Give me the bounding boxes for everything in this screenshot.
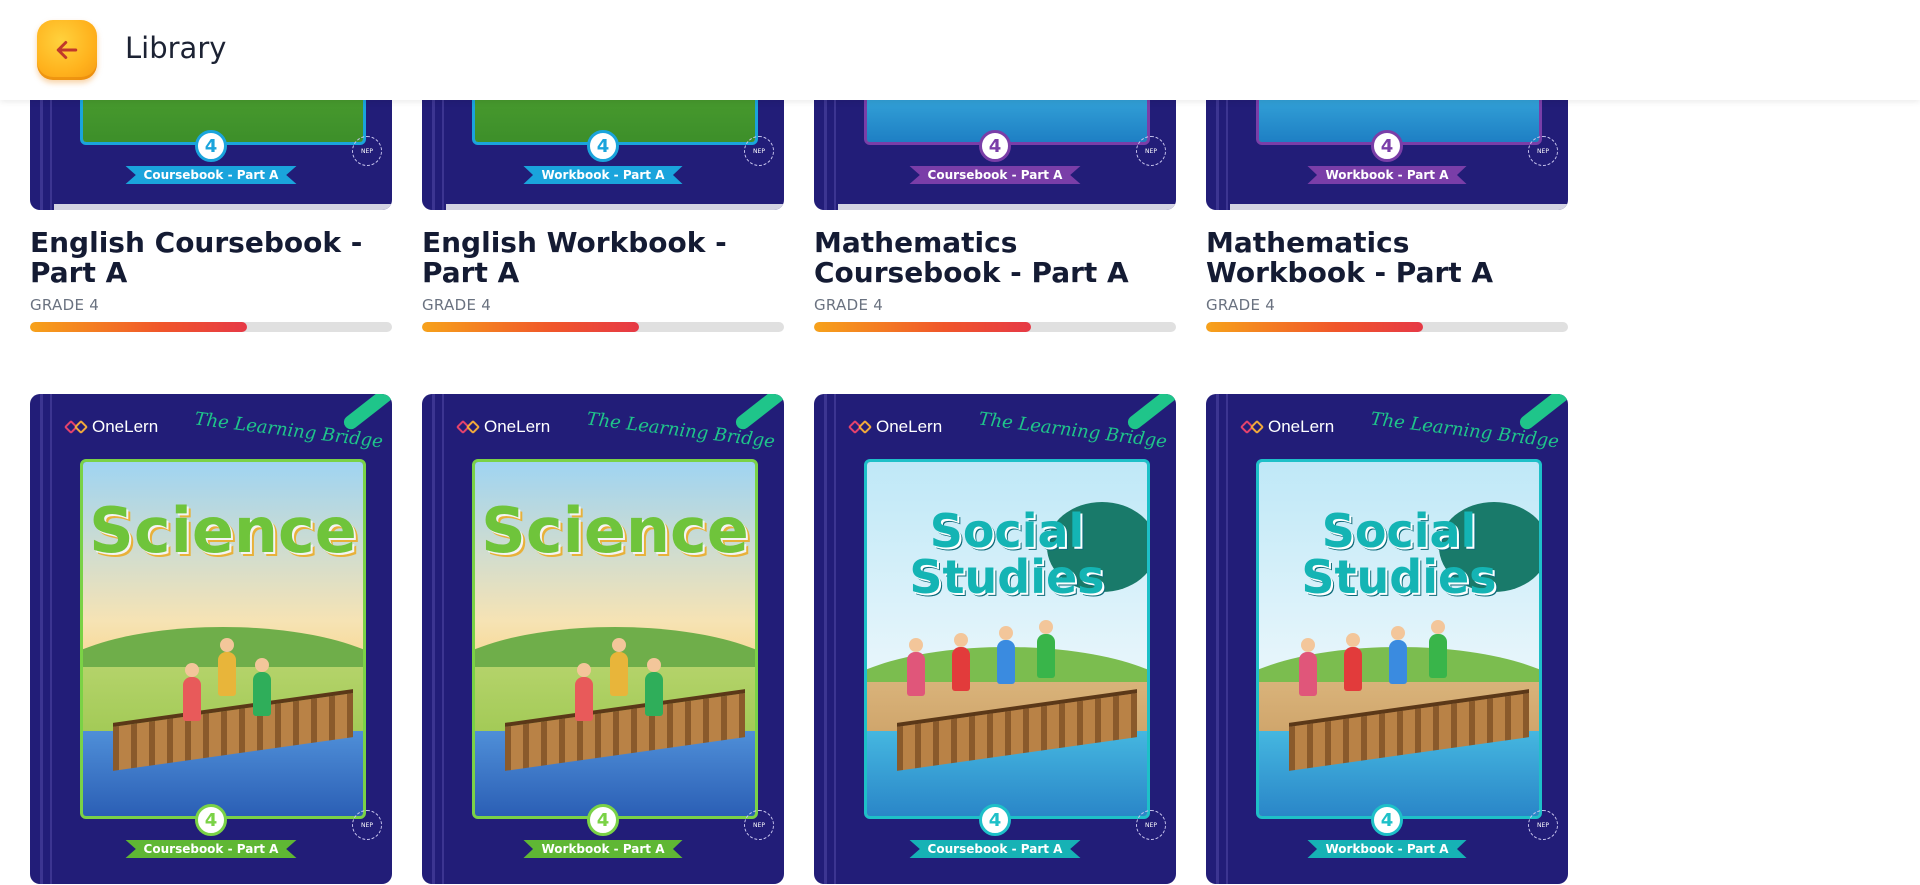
part-label: Coursebook - Part A: [909, 166, 1081, 184]
nep-badge: NEP: [352, 810, 382, 840]
book-cover[interactable]: OneLern The Learning Bridge Science 4 Co…: [30, 394, 392, 884]
book-grade: GRADE 4: [1206, 296, 1276, 314]
subject-title: Science: [481, 494, 749, 567]
part-label: Workbook - Part A: [1307, 166, 1467, 184]
nep-badge: NEP: [1528, 810, 1558, 840]
progress-bar: [1206, 322, 1568, 332]
progress-bar: [422, 322, 784, 332]
part-label: Coursebook - Part A: [125, 166, 297, 184]
grade-number: 4: [1371, 130, 1403, 162]
book-title[interactable]: Mathematics Coursebook - Part A: [814, 228, 1176, 288]
subject-title: Science: [89, 494, 357, 567]
book-title[interactable]: Mathematics Workbook - Part A: [1206, 228, 1568, 288]
book-grade: GRADE 4: [30, 296, 100, 314]
cover-illustration: Social Studies: [1256, 459, 1542, 819]
nep-badge: NEP: [1136, 810, 1166, 840]
nep-badge: NEP: [744, 136, 774, 166]
part-label: Workbook - Part A: [1307, 840, 1467, 858]
part-label: Workbook - Part A: [523, 166, 683, 184]
book-card[interactable]: OneLern The Learning Bridge Social Studie…: [1206, 394, 1568, 884]
publisher-logo: OneLern: [1239, 416, 1334, 438]
book-cover[interactable]: OneLern The Learning Bridge Social Studie…: [814, 394, 1176, 884]
progress-bar: [30, 322, 392, 332]
book-cover[interactable]: OneLern The Learning Bridge Science 4 Wo…: [422, 394, 784, 884]
page-title: Library: [125, 31, 227, 65]
book-grade: GRADE 4: [814, 296, 884, 314]
back-button[interactable]: [37, 20, 97, 80]
cover-illustration: Science: [80, 459, 366, 819]
subject-title: Social Studies: [909, 504, 1105, 604]
grade-number: 4: [1371, 804, 1403, 836]
subject-title: Social Studies: [1301, 504, 1497, 604]
nep-badge: NEP: [744, 810, 774, 840]
grade-number: 4: [979, 804, 1011, 836]
book-card[interactable]: OneLern The Learning Bridge Social Studie…: [814, 394, 1176, 884]
book-title[interactable]: English Workbook - Part A: [422, 228, 784, 288]
grade-number: 4: [587, 804, 619, 836]
grade-number: 4: [587, 130, 619, 162]
publisher-logo: OneLern: [455, 416, 550, 438]
grade-number: 4: [195, 130, 227, 162]
arrow-left-icon: [56, 41, 78, 59]
header-bar: Library: [0, 0, 1920, 100]
part-label: Coursebook - Part A: [909, 840, 1081, 858]
part-label: Coursebook - Part A: [125, 840, 297, 858]
publisher-logo: OneLern: [63, 416, 158, 438]
publisher-logo: OneLern: [847, 416, 942, 438]
book-grade: GRADE 4: [422, 296, 492, 314]
book-title[interactable]: English Coursebook - Part A: [30, 228, 392, 288]
book-card[interactable]: OneLern The Learning Bridge Science 4 Wo…: [422, 394, 784, 884]
part-label: Workbook - Part A: [523, 840, 683, 858]
cover-illustration: Science: [472, 459, 758, 819]
nep-badge: NEP: [1136, 136, 1166, 166]
progress-bar: [814, 322, 1176, 332]
cover-illustration: Social Studies: [864, 459, 1150, 819]
nep-badge: NEP: [1528, 136, 1558, 166]
nep-badge: NEP: [352, 136, 382, 166]
book-card[interactable]: OneLern The Learning Bridge Science 4 Co…: [30, 394, 392, 884]
grade-number: 4: [195, 804, 227, 836]
grade-number: 4: [979, 130, 1011, 162]
book-cover[interactable]: OneLern The Learning Bridge Social Studie…: [1206, 394, 1568, 884]
library-grid: 4 Coursebook - Part A NEP English Course…: [0, 0, 1920, 885]
